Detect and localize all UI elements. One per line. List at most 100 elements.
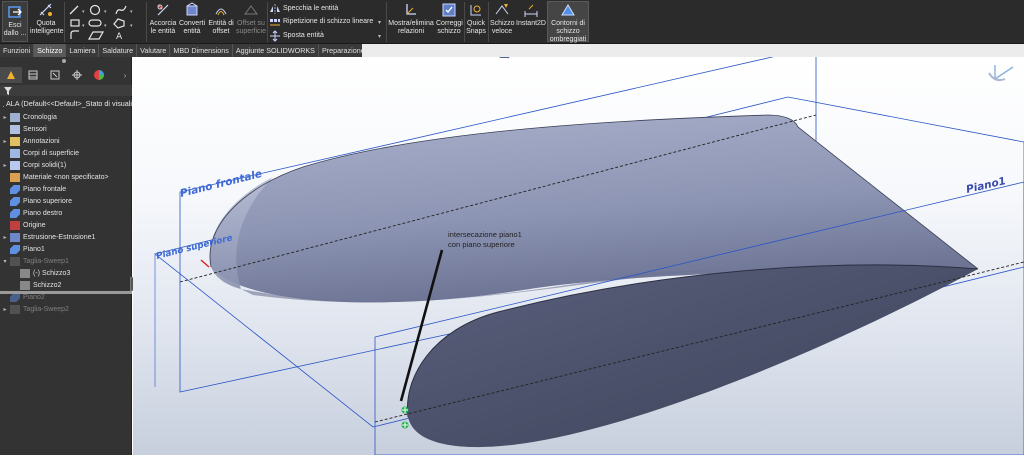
tree-item[interactable]: ▸ Corpi solidi(1) <box>0 159 132 171</box>
expand-arrow-icon[interactable]: ▸ <box>0 306 10 313</box>
tree-item[interactable]: (-) Schizzo3 <box>0 267 132 279</box>
sketch-tools-grid: A ▾ ▾ ▾ ▾ ▾ ▾ <box>69 4 133 41</box>
tree-item[interactable]: Piano superiore <box>0 195 132 207</box>
tab-configuration-manager[interactable] <box>44 67 66 83</box>
view-orientation-triad[interactable] <box>988 65 1014 82</box>
line-tool-icon[interactable] <box>69 5 79 15</box>
tree-item-label: Origine <box>23 221 46 229</box>
tree-item[interactable]: Piano frontale <box>0 183 132 195</box>
expand-arrow-icon[interactable]: ▸ <box>0 114 10 121</box>
sensor-icon <box>10 124 20 134</box>
tree-item[interactable]: Piano1 <box>0 243 132 255</box>
tab-property-manager[interactable] <box>22 67 44 83</box>
fillet-tool-icon[interactable] <box>70 30 79 39</box>
expand-arrow-icon[interactable]: ▾ <box>0 258 10 265</box>
tree-root-part[interactable]: ALA (Default<<Default>_Stato di visuali <box>0 98 132 109</box>
slot-tool-icon[interactable] <box>88 19 102 27</box>
expand-arrow-icon[interactable]: ▸ <box>0 162 10 169</box>
cut-sweep-icon <box>10 304 20 314</box>
rectangle-tool-icon[interactable] <box>70 19 80 27</box>
ribbon-separator <box>386 2 387 42</box>
spline-tool-icon[interactable] <box>115 5 127 15</box>
offset-entities-button[interactable]: Entità di offset <box>207 2 235 36</box>
text-tool-icon[interactable]: A <box>116 32 123 41</box>
sketch-icon <box>20 280 30 290</box>
ribbon-separator <box>464 2 465 42</box>
extrude-icon <box>10 232 20 242</box>
tree-item-label: Corpi di superficie <box>23 149 80 157</box>
filter-icon <box>4 87 12 95</box>
move-dropdown-icon[interactable]: ▾ <box>378 33 381 40</box>
tab-schizzo[interactable]: Schizzo <box>34 44 67 57</box>
linear-pattern-icon[interactable] <box>269 16 281 28</box>
expand-arrow-icon[interactable]: ▸ <box>0 138 10 145</box>
tab-feature-manager[interactable] <box>0 67 22 83</box>
rapid-sketch-button[interactable]: Schizzo veloce <box>490 2 515 36</box>
tree-item-label: (-) Schizzo3 <box>33 269 71 277</box>
tree-item[interactable]: Materiale <non specificato> <box>0 171 132 183</box>
tab-display-manager[interactable] <box>88 67 110 83</box>
panel-tabs-more-icon[interactable]: › <box>120 67 130 83</box>
offset-on-surface-button[interactable]: Offset su superficie <box>236 2 266 36</box>
tree-filter[interactable] <box>0 85 132 96</box>
view-settings-icon[interactable] <box>498 57 510 59</box>
airfoil-body[interactable] <box>209 114 979 448</box>
quick-snaps-button[interactable]: Quick Snaps <box>466 2 486 36</box>
tab-lamiera[interactable]: Lamiera <box>66 44 100 57</box>
smart-dimension-button[interactable]: Quota intelligente <box>30 2 63 36</box>
tab-dimxpert[interactable] <box>66 67 88 83</box>
panel-grip[interactable] <box>62 59 66 63</box>
plane-tool-icon[interactable] <box>87 31 105 40</box>
ribbon-separator <box>267 2 268 42</box>
tree-item[interactable]: ▸ Cronologia <box>0 111 132 123</box>
ribbon-separator <box>488 2 489 42</box>
offset-surface-icon <box>244 5 258 15</box>
display-relations-button[interactable]: Mostra/elimina relazioni <box>388 2 434 36</box>
tab-saldature[interactable]: Saldature <box>99 44 138 57</box>
trim-entities-button[interactable]: Accorcia le entità <box>149 2 177 36</box>
tab-aggiunte-solidworks[interactable]: Aggiunte SOLIDWORKS <box>233 44 319 57</box>
snap-point-upper[interactable] <box>401 406 409 414</box>
snap-point-lower[interactable] <box>401 421 409 429</box>
tab-mbd-dimensions[interactable]: MBD Dimensions <box>170 44 233 57</box>
model-scene[interactable]: Piano frontale Piano superiore Piano1 <box>133 57 1024 455</box>
tab-valutare[interactable]: Valutare <box>137 44 171 57</box>
rollback-bar[interactable] <box>0 291 132 294</box>
origin-icon <box>10 220 20 230</box>
circle-tool-icon[interactable] <box>89 4 101 16</box>
repair-sketch-button[interactable]: Correggi schizzo <box>436 2 463 36</box>
convert-label: Converti entità <box>178 20 206 35</box>
svg-text:▾: ▾ <box>130 9 133 15</box>
mirror-label[interactable]: Specchia le entità <box>283 5 338 12</box>
intersection-note[interactable]: intersecazione piano1 con piano superior… <box>448 230 522 249</box>
tree-item[interactable]: ▾ Taglia-Sweep1 <box>0 255 132 267</box>
tree-item[interactable]: Sensori <box>0 123 132 135</box>
tab-funzioni[interactable]: Funzioni <box>0 44 35 57</box>
tree-item[interactable]: Corpi di superficie <box>0 147 132 159</box>
tree-item-label: Corpi solidi(1) <box>23 161 67 169</box>
graphics-viewport[interactable]: Piano frontale Piano superiore Piano1 ▫▫… <box>133 57 1024 455</box>
tree-item[interactable]: ▸ Taglia-Sweep2 <box>0 303 132 315</box>
tree-item[interactable]: ▸ Estrusione-Estrusione1 <box>0 231 132 243</box>
shaded-sketch-contours-button[interactable]: Contorni di schizzo ombreggiati <box>547 1 589 43</box>
move-label[interactable]: Sposta entità <box>283 32 324 39</box>
exit-sketch-button[interactable]: Esci dallo ... <box>2 1 28 42</box>
plane-icon <box>10 196 20 206</box>
tree-item[interactable]: ▸ Annotazioni <box>0 135 132 147</box>
polygon-tool-icon[interactable] <box>113 18 125 29</box>
convert-entities-button[interactable]: Converti entità <box>178 2 206 36</box>
instant2d-button[interactable]: Instant2D <box>516 2 546 28</box>
linear-pattern-dropdown-icon[interactable]: ▾ <box>378 19 381 26</box>
tree-item[interactable]: Piano destro <box>0 207 132 219</box>
move-entities-icon[interactable] <box>269 30 281 42</box>
linear-pattern-label[interactable]: Ripetizione di schizzo lineare <box>283 18 373 25</box>
dimxpert-icon <box>72 70 82 80</box>
tree-item[interactable]: Schizzo2 <box>0 279 132 291</box>
quick-snaps-icon <box>470 5 481 16</box>
repair-sketch-icon <box>442 3 456 17</box>
mirror-icon[interactable] <box>269 3 281 15</box>
tree-item[interactable]: Origine <box>0 219 132 231</box>
note-line-1: intersecazione piano1 <box>448 230 522 239</box>
expand-arrow-icon[interactable]: ▸ <box>0 234 10 241</box>
plane1-label[interactable]: Piano1 <box>965 175 1007 196</box>
